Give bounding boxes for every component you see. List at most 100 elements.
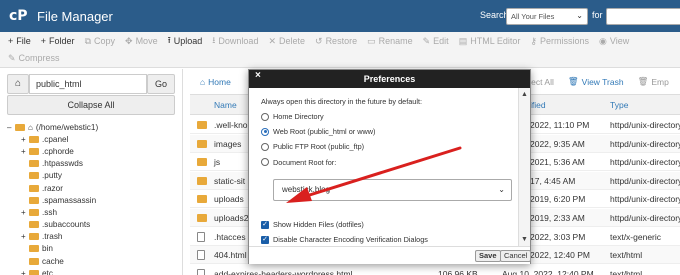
- collapse-all-button[interactable]: Collapse All: [7, 95, 175, 115]
- tree-item-label: etc: [42, 268, 53, 275]
- folder-icon: [29, 233, 39, 241]
- tree-item[interactable]: – ⌂ (/home/webstic1): [7, 121, 177, 133]
- folder-icon: [29, 257, 39, 265]
- file-modified: 2022, 12:40 PM: [530, 250, 591, 261]
- domain-select[interactable]: webstick.blog ⌄: [273, 179, 512, 201]
- compress-label: Compress: [18, 53, 60, 63]
- restore-button[interactable]: ↺ Restore: [315, 36, 357, 47]
- tree-item[interactable]: cache: [7, 255, 177, 267]
- tree-item[interactable]: + .cphorde: [7, 145, 177, 157]
- path-input[interactable]: public_html: [29, 74, 147, 94]
- expand-icon[interactable]: +: [21, 232, 29, 241]
- expand-icon[interactable]: +: [21, 208, 29, 217]
- home-icon[interactable]: ⌂: [7, 74, 29, 94]
- file-name[interactable]: .well-kno: [214, 120, 248, 130]
- file-button[interactable]: + File: [8, 36, 31, 46]
- tree-item[interactable]: .putty: [7, 170, 177, 182]
- radio-button[interactable]: [261, 158, 269, 167]
- emp-button[interactable]: 🗑 Emp: [638, 76, 669, 87]
- search-label: Search: [480, 10, 509, 20]
- tree-item[interactable]: .razor: [7, 182, 177, 194]
- view-button[interactable]: ◉ View: [599, 36, 629, 47]
- tree-item[interactable]: + .trash: [7, 231, 177, 243]
- column-modified[interactable]: ified: [530, 100, 546, 110]
- for-label: for: [592, 10, 603, 20]
- table-row[interactable]: add-expires-headers-wordpress.html 106.96…: [190, 265, 680, 275]
- tree-item[interactable]: + .cpanel: [7, 133, 177, 145]
- permissions-button[interactable]: ⚷ Permissions: [530, 36, 589, 47]
- scroll-up-icon[interactable]: ▲: [521, 91, 528, 98]
- radio-home-directory[interactable]: Home Directory: [261, 112, 324, 121]
- tree-item[interactable]: + etc: [7, 267, 177, 275]
- checkbox-disable-character-encoding-verification-dialogs[interactable]: ✓ Disable Character Encoding Verification…: [261, 235, 428, 244]
- folder-label: Folder: [49, 36, 75, 46]
- file-name[interactable]: static-sit: [214, 176, 245, 186]
- html-editor-button[interactable]: ▤ HTML Editor: [459, 36, 521, 47]
- expand-icon[interactable]: +: [21, 147, 29, 156]
- tree-item[interactable]: .subaccounts: [7, 219, 177, 231]
- upload-button[interactable]: ⭱ Upload: [168, 33, 203, 49]
- column-type[interactable]: Type: [610, 100, 628, 110]
- tree-item[interactable]: .htpasswds: [7, 158, 177, 170]
- view-trash-button[interactable]: 🗑 View Trash: [568, 76, 624, 87]
- radio-label: Public FTP Root (public_ftp): [273, 142, 365, 152]
- tree-item-label: .razor: [42, 183, 63, 193]
- file-name[interactable]: js: [214, 157, 220, 167]
- radio-public-ftp-root-public-ftp[interactable]: Public FTP Root (public_ftp): [261, 142, 364, 151]
- radio-web-root-public-html-or-www[interactable]: Web Root (public_html or www): [261, 127, 375, 136]
- edit-button[interactable]: ✎ Edit: [423, 36, 449, 47]
- go-button[interactable]: Go: [147, 74, 175, 94]
- column-name[interactable]: Name: [214, 100, 237, 110]
- tree-item-label: .cpanel: [42, 134, 69, 144]
- tree-item-label: .cphorde: [42, 146, 74, 156]
- file-name[interactable]: uploads: [214, 194, 244, 204]
- file-name[interactable]: uploads2: [214, 213, 249, 223]
- copy-button[interactable]: ⧉ Copy: [85, 36, 115, 47]
- scroll-down-icon[interactable]: ▼: [521, 236, 528, 243]
- delete-button[interactable]: ✕ Delete: [268, 36, 305, 47]
- search-scope-select[interactable]: All Your Files ⌄: [506, 8, 588, 25]
- checkbox-show-hidden-files-dotfiles[interactable]: ✓ Show Hidden Files (dotfiles): [261, 220, 364, 229]
- cpanel-logo: cP: [9, 8, 28, 24]
- checkbox[interactable]: ✓: [261, 220, 269, 229]
- dialog-scrollbar[interactable]: ▲ ▼: [518, 88, 530, 246]
- collapse-icon[interactable]: –: [7, 123, 15, 132]
- folder-button[interactable]: + Folder: [41, 36, 75, 46]
- expand-icon[interactable]: +: [21, 135, 29, 144]
- file-type: httpd/unix-directory: [610, 157, 680, 168]
- cancel-button[interactable]: Cancel: [500, 250, 532, 262]
- search-input[interactable]: [606, 8, 680, 25]
- checkbox[interactable]: ✓: [261, 235, 269, 244]
- domain-select-value: webstick.blog: [282, 185, 331, 194]
- file-modified: 2019, 6:20 PM: [530, 194, 586, 205]
- sidebar: ⌂ public_html Go Collapse All – ⌂ (/home/w…: [0, 69, 183, 275]
- rename-button[interactable]: ▭ Rename: [367, 36, 413, 47]
- file-name[interactable]: add-expires-headers-wordpress.html: [214, 269, 352, 275]
- tree-item-label: cache: [42, 256, 64, 266]
- edit-label: Edit: [433, 36, 449, 46]
- close-icon[interactable]: ×: [255, 70, 261, 81]
- save-button[interactable]: Save: [475, 250, 501, 262]
- tree-item-label: .ssh: [42, 207, 58, 217]
- file-modified: 2022, 9:35 AM: [530, 138, 585, 149]
- default-dir-intro: Always open this directory in the future…: [261, 97, 423, 106]
- file-name[interactable]: .htacces: [214, 232, 246, 242]
- move-button[interactable]: ✥ Move: [125, 36, 158, 47]
- tree-item[interactable]: bin: [7, 243, 177, 255]
- download-button[interactable]: ⭳ Download: [212, 33, 258, 49]
- expand-icon[interactable]: +: [21, 269, 29, 275]
- radio-document-root-for[interactable]: Document Root for:: [261, 158, 336, 167]
- home-button[interactable]: ⌂ Home: [200, 77, 231, 87]
- folder-icon: [15, 123, 25, 131]
- radio-button[interactable]: [261, 142, 269, 151]
- home-icon: ⌂: [28, 122, 33, 132]
- file-name[interactable]: images: [214, 139, 241, 149]
- folder-icon: [197, 176, 207, 185]
- compress-button[interactable]: ✎ Compress: [8, 53, 60, 64]
- tree-item[interactable]: .spamassassin: [7, 194, 177, 206]
- file-name[interactable]: 404.html: [214, 250, 247, 260]
- radio-button[interactable]: [261, 112, 269, 121]
- permissions-label: Permissions: [539, 36, 589, 46]
- tree-item[interactable]: + .ssh: [7, 206, 177, 218]
- radio-button[interactable]: [261, 127, 269, 136]
